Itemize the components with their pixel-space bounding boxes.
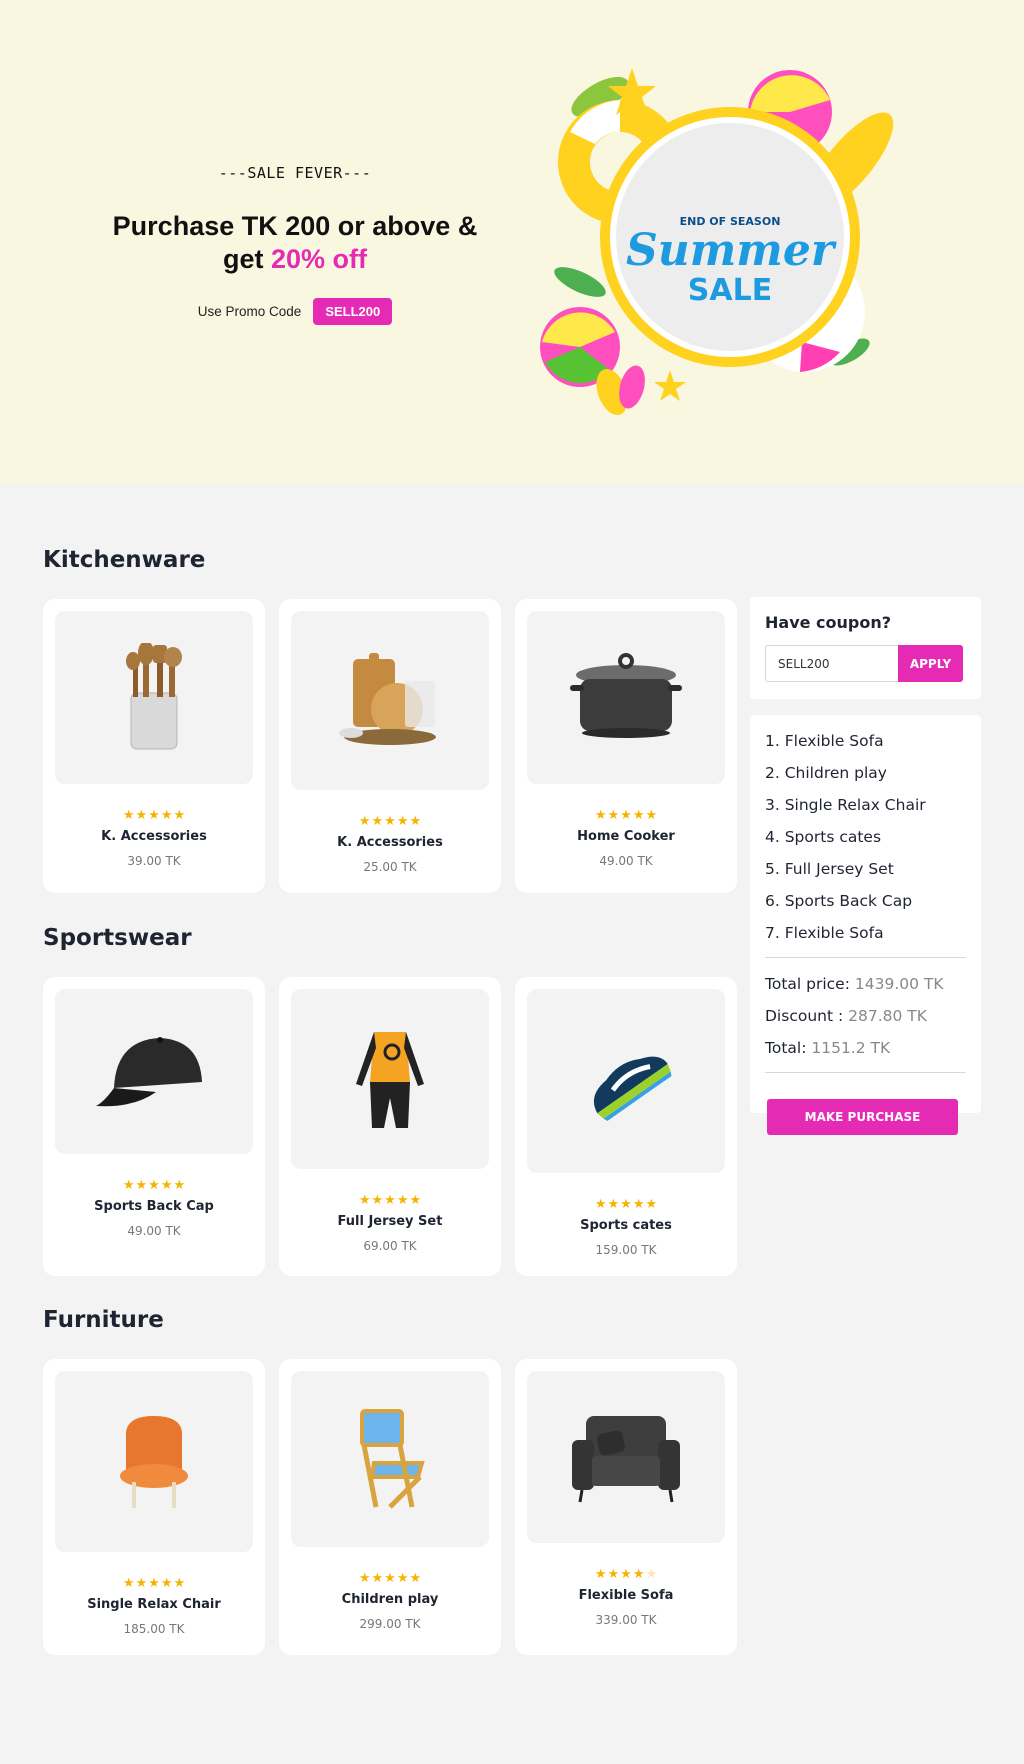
divider	[765, 1072, 966, 1073]
product-image	[291, 611, 489, 790]
grand-total-label: Total:	[765, 1039, 807, 1057]
product-price: 49.00 TK	[599, 854, 653, 868]
cart-item: 5. Full Jersey Set	[765, 860, 894, 878]
cart-item: 7. Flexible Sofa	[765, 924, 884, 942]
product-card[interactable]: ★ ★ ★ ★ ★ Home Cooker 49.00 TK	[515, 599, 737, 893]
section-title-sportswear: Sportswear	[43, 925, 192, 951]
headline-accent: 20% off	[270, 244, 368, 274]
product-grid-furniture: ★ ★ ★ ★ ★ Single Relax Chair 185.00 TK ★ ★ ★ ★ ★…	[43, 1359, 737, 1655]
product-name: Home Cooker	[577, 829, 675, 844]
product-card[interactable]: ★ ★ ★ ★ ★ Sports cates 159.00 TK	[515, 977, 737, 1276]
product-name: K. Accessories	[101, 829, 207, 844]
product-image	[527, 1371, 725, 1543]
rating-stars: ★ ★ ★ ★ ★	[122, 1576, 186, 1591]
divider	[765, 957, 966, 958]
product-price: 39.00 TK	[127, 854, 181, 868]
headline-line1: Purchase TK 200 or above &	[112, 211, 478, 241]
product-name: Sports Back Cap	[94, 1199, 214, 1214]
rating-stars: ★ ★ ★ ★ ★	[358, 1571, 422, 1586]
coupon-panel: Have coupon? APPLY	[750, 597, 981, 699]
banner-script-text: Summer	[626, 225, 837, 276]
hero-headline: Purchase TK 200 or above & get 20% off	[60, 210, 530, 276]
product-card[interactable]: ★ ★ ★ ★ ★ Full Jersey Set 69.00 TK	[279, 977, 501, 1276]
product-card[interactable]: ★ ★ ★ ★ ★ Sports Back Cap 49.00 TK	[43, 977, 265, 1276]
product-name: Flexible Sofa	[578, 1588, 674, 1603]
cooking-pot-icon	[570, 652, 682, 738]
coupon-input[interactable]	[765, 645, 898, 682]
product-name: Sports cates	[580, 1218, 672, 1233]
apply-coupon-button[interactable]: APPLY	[898, 645, 963, 682]
sofa-icon	[572, 1416, 680, 1503]
product-image	[291, 989, 489, 1169]
grand-total-value: 1151.2 TK	[811, 1039, 891, 1057]
promo-row: Use Promo Code SELL200	[60, 298, 530, 325]
summer-sale-illustration: END OF SEASON Summer SALE	[540, 68, 894, 416]
product-name: Full Jersey Set	[337, 1214, 443, 1229]
total-price-row: Total price: 1439.00 TK	[765, 968, 966, 1000]
coupon-title: Have coupon?	[765, 613, 892, 632]
rating-stars: ★ ★ ★ ★ ★	[122, 808, 186, 823]
grand-total-row: Total: 1151.2 TK	[765, 1032, 966, 1064]
product-image	[55, 1371, 253, 1552]
product-image	[291, 1371, 489, 1547]
cart-item: 1. Flexible Sofa	[765, 732, 884, 750]
hero-banner: ---SALE FEVER--- Purchase TK 200 or abov…	[0, 0, 1024, 484]
rating-stars: ★ ★ ★ ★ ★	[358, 1193, 422, 1208]
hero-eyebrow: ---SALE FEVER---	[218, 164, 372, 182]
product-price: 339.00 TK	[595, 1613, 657, 1627]
product-name: K. Accessories	[337, 835, 443, 850]
total-price-label: Total price:	[765, 975, 850, 993]
promo-code-badge: SELL200	[313, 298, 393, 325]
product-price: 25.00 TK	[363, 860, 417, 874]
banner-sale-text: SALE	[688, 273, 772, 308]
section-title-furniture: Furniture	[43, 1307, 164, 1333]
jersey-icon	[356, 1032, 424, 1128]
cutting-boards-icon	[339, 652, 436, 745]
total-price-value: 1439.00 TK	[854, 975, 944, 993]
cart-item: 4. Sports cates	[765, 828, 882, 846]
make-purchase-button[interactable]: MAKE PURCHASE	[767, 1099, 958, 1135]
rating-stars: ★ ★ ★ ★ ★	[358, 814, 422, 829]
kitchen-utensils-icon	[126, 642, 182, 749]
product-image	[527, 989, 725, 1173]
product-name: Children play	[341, 1592, 439, 1607]
armchair-icon	[120, 1415, 188, 1508]
folding-chair-icon	[360, 1409, 425, 1509]
cart-item: 3. Single Relax Chair	[765, 796, 926, 814]
sneaker-icon	[593, 1056, 672, 1121]
product-image	[55, 989, 253, 1154]
cart-items-list: 1. Flexible Sofa 2. Children play 3. Sin…	[765, 725, 966, 949]
promo-label: Use Promo Code	[197, 304, 302, 319]
section-title-kitchenware: Kitchenware	[43, 547, 206, 573]
cart-item: 2. Children play	[765, 764, 887, 782]
hero-text: ---SALE FEVER--- Purchase TK 200 or abov…	[60, 164, 530, 325]
product-price: 69.00 TK	[363, 1239, 417, 1253]
cart-item: 6. Sports Back Cap	[765, 892, 913, 910]
product-card[interactable]: ★ ★ ★ ★ ★ K. Accessories 39.00 TK	[43, 599, 265, 893]
headline-get: get	[222, 244, 271, 274]
product-card[interactable]: ★ ★ ★ ★ ★ Single Relax Chair 185.00 TK	[43, 1359, 265, 1655]
product-name: Single Relax Chair	[87, 1597, 221, 1612]
product-price: 159.00 TK	[595, 1243, 657, 1257]
product-price: 49.00 TK	[127, 1224, 181, 1238]
rating-stars: ★ ★ ★ ★ ★	[594, 1567, 658, 1582]
product-price: 299.00 TK	[359, 1617, 421, 1631]
product-grid-sportswear: ★ ★ ★ ★ ★ Sports Back Cap 49.00 TK ★ ★ ★ ★ ★ Ful…	[43, 977, 737, 1276]
discount-row: Discount : 287.80 TK	[765, 1000, 966, 1032]
product-card[interactable]: ★ ★ ★ ★ ★ K. Accessories 25.00 TK	[279, 599, 501, 893]
rating-stars: ★ ★ ★ ★ ★	[122, 1178, 186, 1193]
product-image	[55, 611, 253, 784]
product-card[interactable]: ★ ★ ★ ★ ★ Flexible Sofa 339.00 TK	[515, 1359, 737, 1655]
cart-summary-panel: 1. Flexible Sofa 2. Children play 3. Sin…	[750, 715, 981, 1113]
rating-stars: ★ ★ ★ ★ ★	[594, 1197, 658, 1212]
product-image	[527, 611, 725, 784]
product-card[interactable]: ★ ★ ★ ★ ★ Children play 299.00 TK	[279, 1359, 501, 1655]
product-grid-kitchenware: ★ ★ ★ ★ ★ K. Accessories 39.00 TK ★ ★ ★ ★ ★ K. A…	[43, 599, 737, 893]
product-price: 185.00 TK	[123, 1622, 185, 1636]
rating-stars: ★ ★ ★ ★ ★	[594, 808, 658, 823]
cap-icon	[96, 1036, 202, 1106]
coupon-form: APPLY	[765, 645, 966, 682]
discount-value: 287.80 TK	[848, 1007, 927, 1025]
discount-label: Discount :	[765, 1007, 844, 1025]
